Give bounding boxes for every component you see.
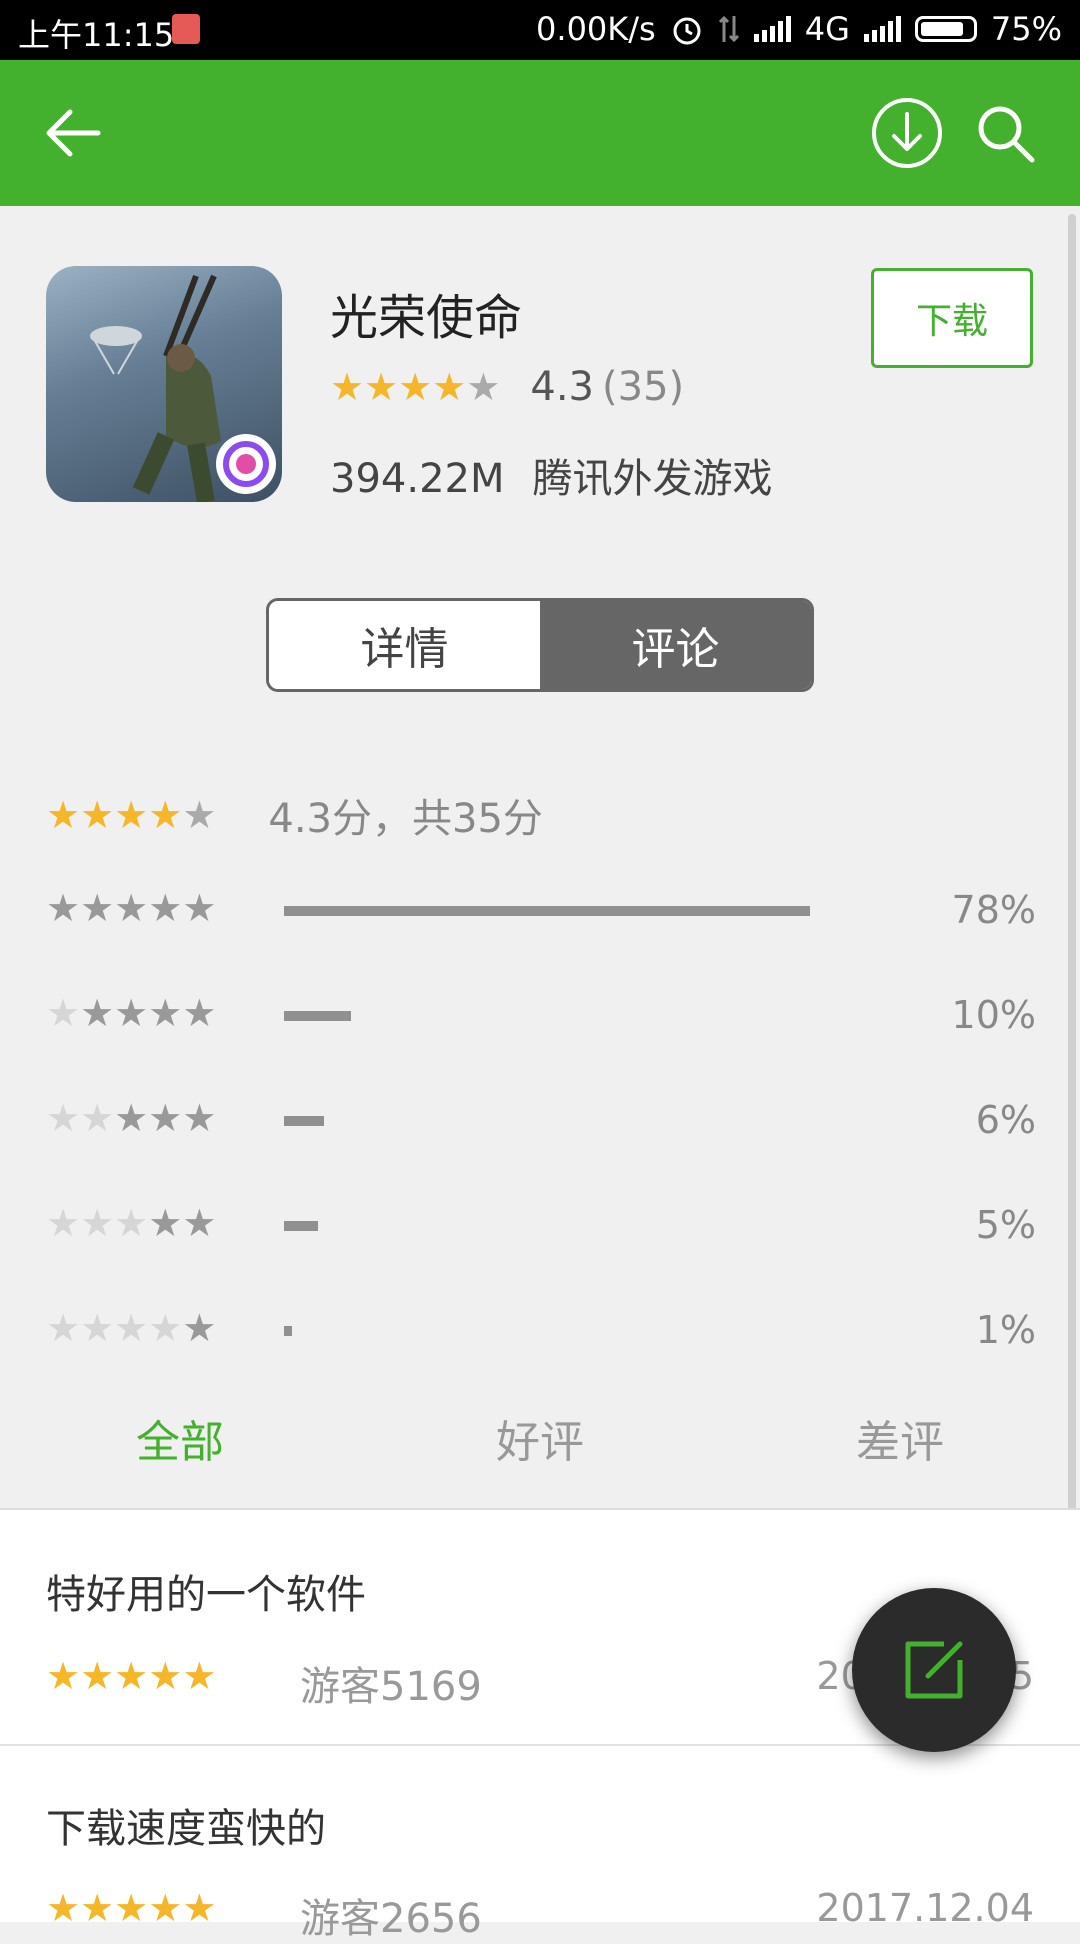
distribution-row-2: ★ ★ ★ ★ ★ 5% xyxy=(46,1201,1036,1251)
distribution-percent: 10% xyxy=(951,993,1036,1037)
app-size: 394.22M xyxy=(330,456,505,502)
review-user: 游客5169 xyxy=(300,1664,482,1710)
download-button[interactable]: 下载 xyxy=(871,268,1033,368)
summary-stars: ★ ★ ★ ★ ★ xyxy=(46,793,217,837)
summary-text: 4.3分，共35分 xyxy=(268,796,543,842)
distribution-percent: 1% xyxy=(975,1308,1036,1352)
status-right: 0.00K/s 4G 75% xyxy=(536,10,1062,48)
app-publisher: 腾讯外发游戏 xyxy=(532,456,773,502)
signal-icon-2 xyxy=(863,16,901,42)
app-rating-stars: ★ ★ ★ ★ ★ xyxy=(330,365,501,409)
distribution-bar xyxy=(284,906,810,916)
status-time: 上午11:15 xyxy=(18,16,175,54)
review-filters: 全部 好评 差评 xyxy=(0,1406,1080,1468)
filter-good[interactable]: 好评 xyxy=(440,1406,640,1470)
review-date: 2017.12.04 xyxy=(816,1886,1034,1930)
battery-icon xyxy=(914,16,977,42)
distribution-bar xyxy=(284,1221,318,1231)
review-stars: ★ ★ ★ ★ ★ xyxy=(46,1654,217,1698)
signal-icon xyxy=(753,16,791,42)
distribution-percent: 78% xyxy=(951,888,1036,932)
write-review-button[interactable] xyxy=(852,1588,1016,1752)
filter-all[interactable]: 全部 xyxy=(80,1406,280,1470)
distribution-bar xyxy=(284,1116,324,1126)
app-toolbar xyxy=(0,60,1080,206)
alarm-icon xyxy=(673,17,701,45)
net-speed: 0.00K/s xyxy=(536,10,656,48)
review-user: 游客2656 xyxy=(300,1896,482,1942)
notification-icon xyxy=(172,14,200,44)
tab-comments[interactable]: 评论 xyxy=(540,601,811,689)
distribution-stars: ★ ★ ★ ★ ★ xyxy=(46,1096,217,1140)
distribution-row-4: ★ ★ ★ ★ ★ 10% xyxy=(46,991,1036,1041)
distribution-row-5: ★ ★ ★ ★ ★ 78% xyxy=(46,886,1036,936)
search-icon[interactable] xyxy=(972,100,1038,166)
distribution-stars: ★ ★ ★ ★ ★ xyxy=(46,1201,217,1245)
app-icon xyxy=(46,266,282,502)
distribution-bar xyxy=(284,1326,292,1336)
tab-details[interactable]: 详情 xyxy=(269,601,540,689)
distribution-stars: ★ ★ ★ ★ ★ xyxy=(46,886,217,930)
segmented-tabs: 详情 评论 xyxy=(266,598,814,692)
back-arrow-icon[interactable] xyxy=(40,100,106,166)
battery-percent: 75% xyxy=(990,10,1062,48)
status-bar: 上午11:15 0.00K/s 4G 75% xyxy=(0,0,1080,60)
filter-bad[interactable]: 差评 xyxy=(800,1406,1000,1470)
review-stars: ★ ★ ★ ★ ★ xyxy=(46,1886,217,1930)
review-title: 下载速度蛮快的 xyxy=(46,1806,326,1852)
edit-icon xyxy=(905,1641,963,1699)
distribution-row-3: ★ ★ ★ ★ ★ 6% xyxy=(46,1096,1036,1146)
app-name: 光荣使命 xyxy=(330,290,523,346)
distribution-row-1: ★ ★ ★ ★ ★ 1% xyxy=(46,1306,1036,1356)
distribution-stars: ★ ★ ★ ★ ★ xyxy=(46,991,217,1035)
review-title: 特好用的一个软件 xyxy=(46,1572,366,1618)
network-type: 4G xyxy=(804,10,850,48)
download-manager-icon[interactable] xyxy=(870,96,944,170)
distribution-stars: ★ ★ ★ ★ ★ xyxy=(46,1306,217,1350)
app-rating-score: 4.3 xyxy=(530,364,595,410)
distribution-percent: 6% xyxy=(975,1098,1036,1142)
data-arrows-icon xyxy=(718,15,739,43)
distribution-bar xyxy=(284,1011,351,1021)
app-rating-count: (35) xyxy=(602,364,685,410)
rating-summary: ★ ★ ★ ★ ★ 4.3分，共35分 xyxy=(46,786,543,844)
app-meta: 394.22M 腾讯外发游戏 xyxy=(330,446,772,504)
app-rating: ★ ★ ★ ★ ★ 4.3 (35) xyxy=(330,364,684,410)
distribution-percent: 5% xyxy=(975,1203,1036,1247)
